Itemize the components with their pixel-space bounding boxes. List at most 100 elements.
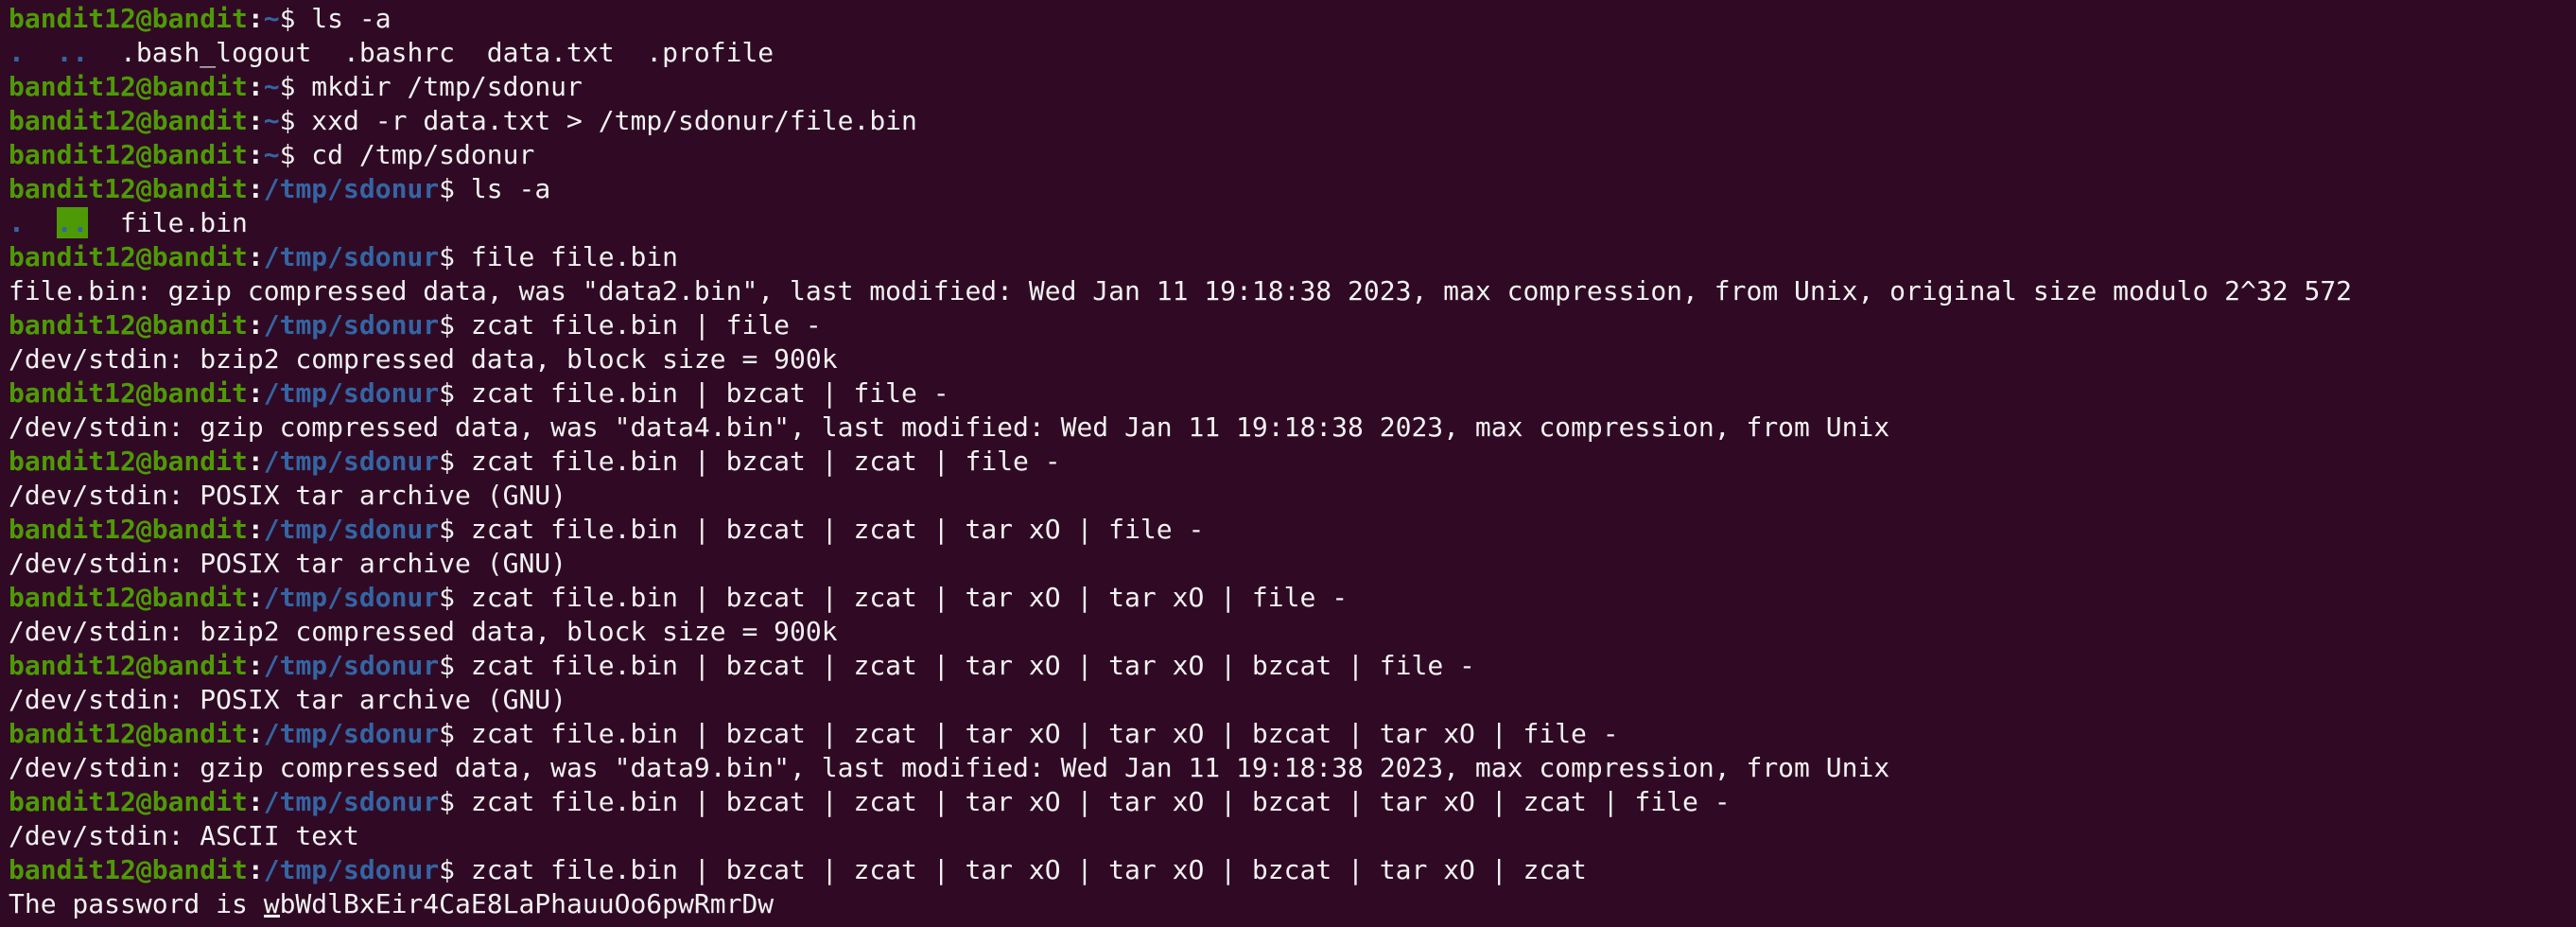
listing-directory-entry: ..	[56, 207, 89, 238]
prompt-dollar: $	[439, 718, 456, 749]
output-line: The password is wbWdlBxEir4CaE8LaPhauuOo…	[9, 887, 2576, 921]
prompt-path: /tmp/sdonur	[263, 309, 440, 341]
command-text: zcat file.bin | bzcat | zcat | tar xO | …	[455, 582, 1349, 613]
prompt-separator: :	[247, 71, 264, 102]
command-text: ls -a	[455, 173, 551, 204]
prompt-user-host: bandit12@bandit	[9, 582, 248, 613]
prompt-dollar: $	[279, 105, 296, 136]
prompt-dollar: $	[439, 241, 456, 272]
prompt-separator: :	[247, 105, 264, 136]
command-text: zcat file.bin | bzcat | zcat | tar xO | …	[455, 854, 1587, 885]
output-line: /dev/stdin: gzip compressed data, was "d…	[9, 751, 2576, 785]
prompt-line: bandit12@bandit:/tmp/sdonur$ zcat file.b…	[9, 376, 2576, 411]
output-line: /dev/stdin: gzip compressed data, was "d…	[9, 411, 2576, 445]
prompt-dollar: $	[439, 514, 456, 545]
prompt-dollar: $	[439, 582, 456, 613]
prompt-path: /tmp/sdonur	[263, 854, 440, 885]
command-text: xxd -r data.txt > /tmp/sdonur/file.bin	[295, 105, 917, 136]
prompt-line: bandit12@bandit:/tmp/sdonur$ zcat file.b…	[9, 513, 2576, 547]
prompt-dollar: $	[439, 377, 456, 409]
prompt-dollar: $	[439, 446, 456, 477]
prompt-user-host: bandit12@bandit	[9, 650, 248, 681]
command-text: zcat file.bin | bzcat | zcat | tar xO | …	[455, 514, 1205, 545]
prompt-user-host: bandit12@bandit	[9, 71, 248, 102]
output-line: /dev/stdin: ASCII text	[9, 819, 2576, 853]
prompt-line: bandit12@bandit:/tmp/sdonur$ zcat file.b…	[9, 717, 2576, 751]
output-line: /dev/stdin: POSIX tar archive (GNU)	[9, 547, 2576, 581]
prompt-path: /tmp/sdonur	[263, 241, 440, 272]
prompt-path: ~	[263, 105, 280, 136]
output-text: /dev/stdin: bzip2 compressed data, block…	[9, 616, 838, 647]
output-text: /dev/stdin: ASCII text	[9, 820, 359, 851]
prompt-line: bandit12@bandit:~$ cd /tmp/sdonur	[9, 138, 2576, 172]
prompt-path: /tmp/sdonur	[263, 377, 440, 409]
prompt-path: /tmp/sdonur	[263, 582, 440, 613]
command-text: cd /tmp/sdonur	[295, 139, 535, 170]
prompt-separator: :	[247, 139, 264, 170]
output-line: /dev/stdin: POSIX tar archive (GNU)	[9, 479, 2576, 513]
prompt-separator: :	[247, 650, 264, 681]
command-text: zcat file.bin | file -	[455, 309, 822, 341]
prompt-line: bandit12@bandit:/tmp/sdonur$ file file.b…	[9, 240, 2576, 274]
prompt-dollar: $	[279, 139, 296, 170]
prompt-dollar: $	[279, 3, 296, 34]
terminal-window[interactable]: bandit12@bandit:~$ ls -a. .. .bash_logou…	[0, 0, 2576, 927]
prompt-line: bandit12@bandit:/tmp/sdonur$ zcat file.b…	[9, 785, 2576, 819]
output-line: /dev/stdin: bzip2 compressed data, block…	[9, 342, 2576, 376]
prompt-separator: :	[247, 377, 264, 409]
prompt-line: bandit12@bandit:/tmp/sdonur$ zcat file.b…	[9, 581, 2576, 615]
prompt-dollar: $	[439, 173, 456, 204]
command-text: zcat file.bin | bzcat | zcat | tar xO | …	[455, 786, 1731, 817]
prompt-user-host: bandit12@bandit	[9, 786, 248, 817]
prompt-path: ~	[263, 71, 280, 102]
prompt-path: /tmp/sdonur	[263, 514, 440, 545]
output-line: file.bin: gzip compressed data, was "dat…	[9, 274, 2576, 308]
prompt-line: bandit12@bandit:~$ mkdir /tmp/sdonur	[9, 70, 2576, 104]
prompt-line: bandit12@bandit:~$ ls -a	[9, 2, 2576, 36]
output-line: /dev/stdin: bzip2 compressed data, block…	[9, 615, 2576, 649]
prompt-dollar: $	[439, 854, 456, 885]
output-line: /dev/stdin: POSIX tar archive (GNU)	[9, 683, 2576, 717]
prompt-path: /tmp/sdonur	[263, 650, 440, 681]
directory-listing: . .. file.bin	[9, 206, 2576, 240]
prompt-user-host: bandit12@bandit	[9, 173, 248, 204]
prompt-separator: :	[247, 582, 264, 613]
listing-directory-entry: .	[9, 207, 25, 238]
prompt-dollar: $	[439, 309, 456, 341]
prompt-user-host: bandit12@bandit	[9, 241, 248, 272]
prompt-dollar: $	[439, 650, 456, 681]
prompt-separator: :	[247, 309, 264, 341]
prompt-user-host: bandit12@bandit	[9, 139, 248, 170]
output-text: /dev/stdin: gzip compressed data, was "d…	[9, 411, 1890, 443]
prompt-path: ~	[263, 139, 280, 170]
prompt-user-host: bandit12@bandit	[9, 105, 248, 136]
prompt-line: bandit12@bandit:/tmp/sdonur$ zcat file.b…	[9, 308, 2576, 342]
prompt-line: bandit12@bandit:/tmp/sdonur$ ls -a	[9, 172, 2576, 206]
output-text: The password is wbWdlBxEir4CaE8LaPhauuOo…	[9, 888, 775, 919]
listing-entries	[25, 207, 57, 238]
output-text: /dev/stdin: POSIX tar archive (GNU)	[9, 548, 567, 579]
command-text: zcat file.bin | bzcat | zcat | tar xO | …	[455, 650, 1475, 681]
listing-directory-entry: .	[9, 37, 25, 68]
prompt-path: /tmp/sdonur	[263, 446, 440, 477]
prompt-line: bandit12@bandit:/tmp/sdonur$ zcat file.b…	[9, 853, 2576, 887]
output-text: file.bin: gzip compressed data, was "dat…	[9, 275, 2353, 306]
command-text: file file.bin	[455, 241, 679, 272]
output-text: /dev/stdin: POSIX tar archive (GNU)	[9, 480, 567, 511]
prompt-user-host: bandit12@bandit	[9, 854, 248, 885]
listing-entries	[25, 37, 57, 68]
prompt-path: /tmp/sdonur	[263, 786, 440, 817]
prompt-path: /tmp/sdonur	[263, 718, 440, 749]
prompt-user-host: bandit12@bandit	[9, 514, 248, 545]
prompt-path: ~	[263, 3, 280, 34]
output-text: /dev/stdin: gzip compressed data, was "d…	[9, 752, 1890, 783]
output-text: /dev/stdin: bzip2 compressed data, block…	[9, 343, 838, 375]
listing-entries: file.bin	[88, 207, 248, 238]
listing-entries: .bash_logout .bashrc data.txt .profile	[88, 37, 775, 68]
command-text: ls -a	[295, 3, 392, 34]
directory-listing: . .. .bash_logout .bashrc data.txt .prof…	[9, 36, 2576, 70]
prompt-separator: :	[247, 3, 264, 34]
prompt-user-host: bandit12@bandit	[9, 3, 248, 34]
command-text: mkdir /tmp/sdonur	[295, 71, 583, 102]
prompt-separator: :	[247, 173, 264, 204]
